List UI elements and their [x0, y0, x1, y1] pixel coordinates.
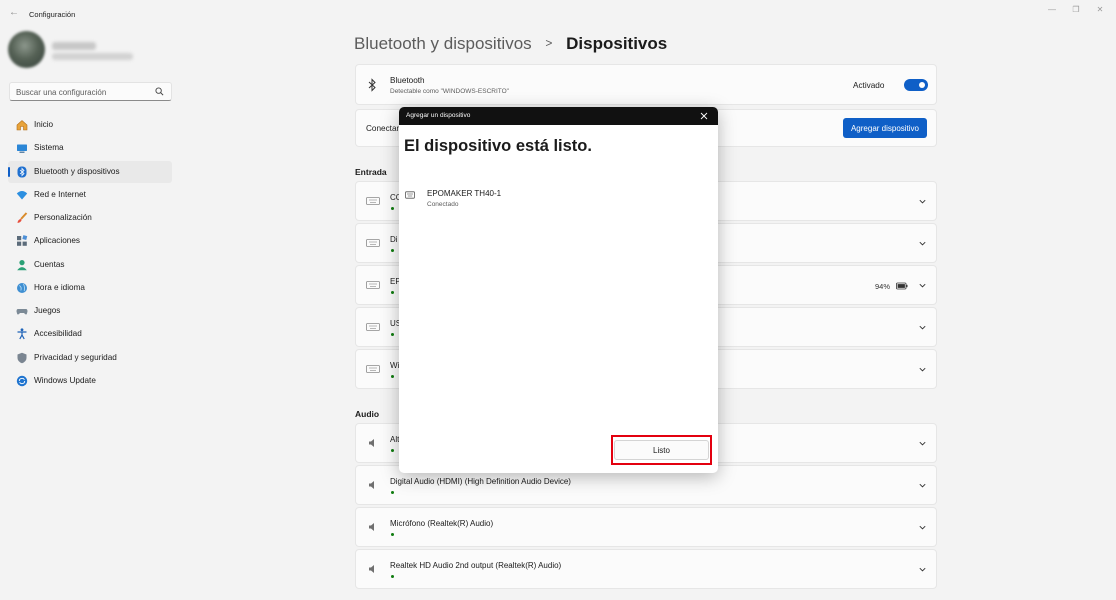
device-name: Alt: [390, 435, 400, 444]
add-device-button[interactable]: Agregar dispositivo: [843, 118, 927, 138]
close-icon[interactable]: ✕: [1093, 5, 1107, 15]
maximize-icon[interactable]: ❐: [1069, 5, 1083, 15]
search-box[interactable]: [9, 82, 172, 101]
device-name: Di: [390, 235, 398, 244]
sidebar-item-bluetooth[interactable]: Bluetooth y dispositivos: [8, 160, 172, 183]
bluetooth-subtitle: Detectable como "WINDOWS-ESCRITO": [390, 88, 509, 95]
chevron-down-icon[interactable]: [918, 281, 927, 290]
device-name: Digital Audio (HDMI) (High Definition Au…: [390, 477, 571, 486]
connected-dot: [391, 449, 394, 452]
connected-dot: [391, 375, 394, 378]
sidebar-item-privacidad[interactable]: Privacidad y seguridad: [8, 347, 172, 369]
chevron-down-icon[interactable]: [918, 523, 927, 532]
chevron-down-icon[interactable]: [918, 323, 927, 332]
sidebar-item-sistema[interactable]: Sistema: [8, 137, 172, 159]
audio-device-card[interactable]: Realtek HD Audio 2nd output (Realtek(R) …: [355, 549, 937, 589]
chevron-down-icon[interactable]: [918, 481, 927, 490]
search-input[interactable]: [16, 86, 151, 98]
system-icon: [17, 144, 27, 154]
speaker-icon: [369, 481, 374, 489]
breadcrumb: Bluetooth y dispositivos > Dispositivos: [354, 34, 667, 54]
keyboard-icon: [366, 323, 380, 331]
connected-dot: [391, 249, 394, 252]
avatar[interactable]: [8, 31, 45, 68]
dialog-device-status: Conectado: [427, 201, 459, 208]
keyboard-icon: [366, 197, 380, 205]
bluetooth-title: Bluetooth: [390, 76, 425, 85]
sidebar-item-red[interactable]: Red e Internet: [8, 184, 172, 206]
sidebar-item-windows-update[interactable]: Windows Update: [8, 370, 172, 392]
connected-dot: [391, 291, 394, 294]
sidebar-item-personalizacion[interactable]: Personalización: [8, 207, 172, 229]
gamepad-icon: [16, 309, 28, 315]
connected-dot: [391, 207, 394, 210]
back-arrow-icon[interactable]: ←: [9, 8, 19, 18]
account-icon: [17, 259, 27, 270]
dialog-heading: El dispositivo está listo.: [404, 137, 592, 155]
dialog-title-bar: Agregar un dispositivo: [399, 107, 718, 125]
connect-label: Conectar: [366, 124, 400, 133]
add-device-dialog: Agregar un dispositivo El dispositivo es…: [399, 107, 718, 473]
profile-email-blurred: [52, 53, 133, 60]
sidebar-item-aplicaciones[interactable]: Aplicaciones: [8, 230, 172, 252]
shield-icon: [17, 352, 27, 363]
speaker-icon: [369, 439, 374, 447]
search-icon[interactable]: [155, 87, 164, 96]
close-icon[interactable]: [699, 111, 709, 121]
device-name: Micrófono (Realtek(R) Audio): [390, 519, 494, 528]
bluetooth-icon: [17, 166, 27, 177]
section-title-audio: Audio: [355, 409, 380, 419]
sidebar-item-accesibilidad[interactable]: Accesibilidad: [8, 323, 172, 345]
minimize-icon[interactable]: —: [1045, 5, 1059, 15]
chevron-down-icon[interactable]: [918, 565, 927, 574]
keyboard-icon: [405, 191, 415, 199]
sidebar-item-hora[interactable]: Hora e idioma: [8, 277, 172, 299]
chevron-down-icon[interactable]: [918, 197, 927, 206]
speaker-icon: [369, 523, 374, 531]
globe-icon: [17, 282, 27, 293]
sidebar-nav: Inicio Sistema Bluetooth y dispositivos …: [8, 114, 172, 393]
bluetooth-card: Bluetooth Detectable como "WINDOWS-ESCRI…: [355, 64, 937, 105]
speaker-icon: [369, 565, 374, 573]
sidebar-item-inicio[interactable]: Inicio: [8, 114, 172, 136]
dialog-device-name: EPOMAKER TH40-1: [427, 189, 502, 198]
battery-icon: [896, 282, 908, 290]
page-title: Dispositivos: [566, 34, 668, 53]
wifi-icon: [16, 190, 28, 200]
keyboard-icon: [366, 365, 380, 373]
bluetooth-icon: [368, 78, 376, 92]
connected-dot: [391, 333, 394, 336]
dialog-title: Agregar un dispositivo: [406, 112, 471, 119]
app-title: Configuración: [29, 10, 76, 19]
bluetooth-toggle[interactable]: [904, 79, 928, 91]
update-icon: [16, 375, 28, 386]
accessibility-icon: [17, 328, 27, 340]
chevron-down-icon[interactable]: [918, 365, 927, 374]
apps-icon: [17, 235, 28, 247]
sidebar-item-cuentas[interactable]: Cuentas: [8, 254, 172, 276]
title-bar: ← Configuración — ❐ ✕: [0, 0, 1116, 28]
connected-dot: [391, 575, 394, 578]
connected-dot: [391, 491, 394, 494]
audio-device-card[interactable]: Micrófono (Realtek(R) Audio): [355, 507, 937, 547]
keyboard-icon: [366, 239, 380, 247]
section-title-input: Entrada: [355, 167, 387, 177]
keyboard-icon: [366, 281, 380, 289]
breadcrumb-separator: >: [545, 36, 553, 50]
chevron-down-icon[interactable]: [918, 439, 927, 448]
profile-name-blurred: [52, 42, 96, 50]
device-name: Realtek HD Audio 2nd output (Realtek(R) …: [390, 561, 562, 570]
bluetooth-state-label: Activado: [853, 81, 885, 90]
brush-icon: [17, 212, 28, 223]
home-icon: [16, 120, 28, 131]
device-name: Wi: [390, 361, 400, 370]
breadcrumb-parent[interactable]: Bluetooth y dispositivos: [354, 34, 532, 53]
sidebar-item-juegos[interactable]: Juegos: [8, 300, 172, 322]
chevron-down-icon[interactable]: [918, 239, 927, 248]
connected-dot: [391, 533, 394, 536]
highlight-box: [611, 435, 712, 465]
battery-percentage: 94%: [875, 282, 891, 291]
